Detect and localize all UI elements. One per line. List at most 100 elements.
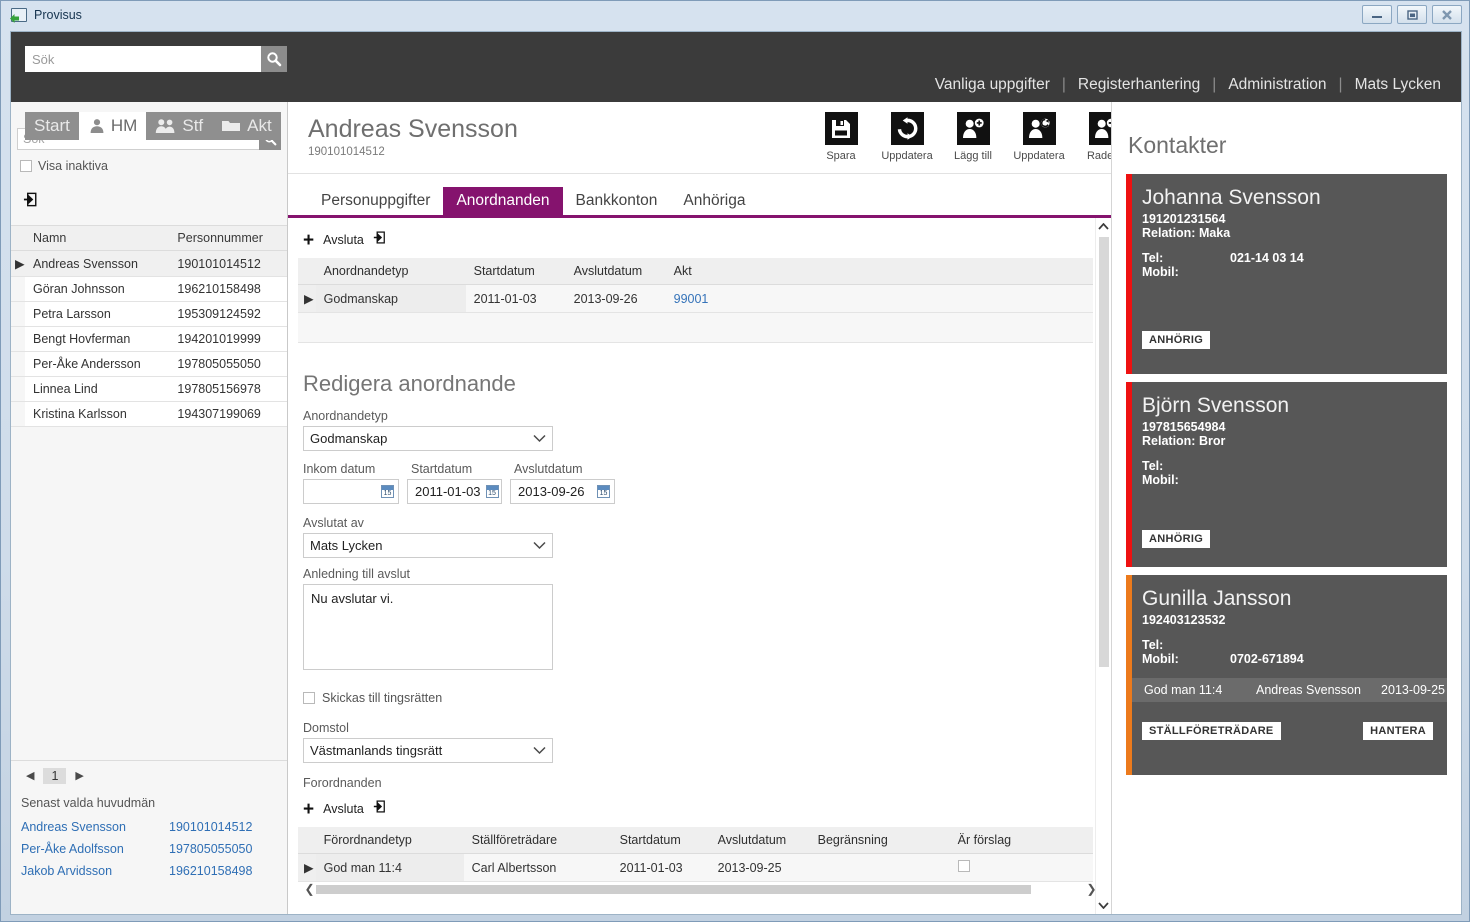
status-badge[interactable]: STÄLLFÖRETRÄDARE — [1142, 722, 1281, 741]
table-row[interactable]: Kristina Karlsson 194307199069 — [11, 401, 287, 427]
recent-personnummer[interactable]: 197805055050 — [169, 842, 252, 856]
contact-tel-row: Tel: 021-14 03 14 — [1142, 251, 1433, 265]
list-item[interactable]: Andreas Svensson 190101014512 — [21, 816, 277, 838]
export-icon[interactable] — [373, 230, 388, 250]
table-row[interactable]: Linnea Lind 197805156978 — [11, 376, 287, 402]
cell-startdatum: 2011-01-03 — [465, 284, 566, 313]
forordnanden-label: Forordnanden — [303, 776, 382, 790]
pager: ◀ 1 ▶ — [11, 760, 287, 790]
cell-startdatum: 2011-01-03 — [611, 853, 710, 882]
recent-huvudman-list: Senast valda huvudmän Andreas Svensson 1… — [11, 790, 287, 914]
inkom-datum-field[interactable] — [303, 479, 399, 504]
nav-registerhantering[interactable]: Registerhantering — [1066, 76, 1212, 94]
close-button[interactable] — [1432, 5, 1462, 24]
anledning-textarea[interactable] — [303, 584, 553, 670]
status-badge[interactable]: ANHÖRIG — [1142, 530, 1211, 549]
minimize-button[interactable] — [1362, 5, 1392, 24]
card-status-stripe — [1126, 575, 1132, 775]
col-namn: Namn — [25, 226, 170, 251]
maximize-button[interactable] — [1397, 5, 1427, 24]
list-item[interactable]: Jakob Arvidsson 196210158498 — [21, 860, 277, 882]
tab-anhoriga[interactable]: Anhöriga — [670, 187, 758, 215]
vscroll-thumb[interactable] — [1098, 237, 1109, 667]
cell-namn: Göran Johnsson — [25, 276, 170, 302]
avslutdatum-field[interactable]: 2013-09-26 — [510, 479, 615, 504]
tab-bankkonton[interactable]: Bankkonton — [563, 187, 671, 215]
hscroll-right-arrow[interactable]: ❯ — [1085, 882, 1095, 896]
nav-vanliga-uppgifter[interactable]: Vanliga uppgifter — [923, 76, 1062, 94]
table-row[interactable]: Petra Larsson 195309124592 — [11, 301, 287, 327]
contact-card[interactable]: Björn Svensson 197815654984 Relation: Br… — [1126, 382, 1447, 567]
table-row[interactable]: Göran Johnsson 196210158498 — [11, 276, 287, 302]
recent-personnummer[interactable]: 196210158498 — [169, 864, 252, 878]
col-avslutdatum: Avslutdatum — [709, 827, 810, 854]
col-ar-forslag: Är förslag — [949, 827, 1093, 854]
startdatum-field[interactable]: 2011-01-03 — [407, 479, 502, 504]
vscroll-down-arrow[interactable] — [1096, 897, 1112, 914]
tab-start[interactable]: Start — [25, 112, 79, 140]
card-badges: ANHÖRIG — [1142, 331, 1433, 350]
table-row[interactable]: Per-Åke Andersson 197805055050 — [11, 351, 287, 377]
checkbox-box[interactable] — [957, 860, 970, 872]
avsluta-button[interactable]: Avsluta — [323, 233, 364, 247]
anordnandetyp-select[interactable]: Godmanskap — [303, 426, 553, 451]
table-row[interactable]: ▶ God man 11:4 Carl Albertsson 2011-01-0… — [298, 853, 1093, 882]
calendar-icon[interactable] — [597, 485, 610, 498]
vscroll-up-arrow[interactable] — [1096, 218, 1112, 235]
recent-name[interactable]: Jakob Arvidsson — [21, 864, 169, 878]
avslutdatum-value: 2013-09-26 — [518, 484, 585, 499]
global-search-input[interactable] — [25, 46, 261, 72]
add-person-button[interactable]: Lägg till — [950, 112, 996, 162]
recent-name[interactable]: Andreas Svensson — [21, 820, 169, 834]
contact-card[interactable]: Gunilla Jansson 192403123532 Tel: Mobil:… — [1126, 575, 1447, 775]
nav-user-menu[interactable]: Mats Lycken — [1343, 76, 1441, 94]
table-row[interactable]: Bengt Hovferman 194201019999 — [11, 326, 287, 352]
tab-akt[interactable]: Akt — [212, 112, 281, 140]
cell-akt: 99001 — [665, 284, 1093, 313]
add-icon[interactable]: + — [303, 231, 314, 250]
contact-card[interactable]: Johanna Svensson 191201231564 Relation: … — [1126, 174, 1447, 374]
hscroll-thumb[interactable] — [316, 884, 1032, 894]
calendar-icon[interactable] — [381, 485, 394, 498]
pager-next[interactable]: ▶ — [70, 767, 88, 784]
hantera-button[interactable]: HANTERA — [1363, 722, 1433, 741]
tab-anordnanden[interactable]: Anordnanden — [443, 187, 563, 215]
recent-name[interactable]: Per-Åke Adolfsson — [21, 842, 169, 856]
pager-prev[interactable]: ◀ — [21, 767, 39, 784]
search-icon[interactable] — [261, 46, 287, 72]
save-button[interactable]: Spara — [818, 112, 864, 162]
tab-stf[interactable]: Stf — [146, 112, 213, 140]
list-item[interactable]: Per-Åke Adolfsson 197805055050 — [21, 838, 277, 860]
refresh-button[interactable]: Uppdatera — [881, 112, 933, 162]
tab-hm[interactable]: HM — [78, 112, 147, 140]
nav-administration[interactable]: Administration — [1216, 76, 1338, 94]
table-row[interactable]: ▶ Andreas Svensson 190101014512 — [11, 250, 287, 277]
tab-personuppgifter[interactable]: Personuppgifter — [308, 187, 443, 215]
content-vscrollbar[interactable] — [1095, 218, 1111, 914]
table-row[interactable]: ▶ Godmanskap 2011-01-03 2013-09-26 99001 — [298, 284, 1093, 313]
export-icon[interactable] — [373, 799, 388, 819]
show-inactive-checkbox[interactable]: Visa inaktiva — [20, 159, 287, 173]
status-badge[interactable]: ANHÖRIG — [1142, 331, 1211, 350]
domstol-select[interactable]: Västmanlands tingsrätt — [303, 738, 553, 763]
add-icon[interactable]: + — [303, 800, 314, 819]
vscroll-track[interactable] — [1096, 235, 1112, 897]
calendar-icon[interactable] — [485, 485, 499, 498]
skickas-checkbox[interactable]: Skickas till tingsrätten — [303, 691, 1095, 705]
mobil-label: Mobil: — [1142, 652, 1179, 667]
pager-page-1[interactable]: 1 — [43, 767, 67, 784]
recent-personnummer[interactable]: 190101014512 — [169, 820, 252, 834]
hscroll-left-arrow[interactable]: ❮ — [303, 882, 316, 896]
avslutat-av-select[interactable]: Mats Lycken — [303, 533, 553, 558]
anordnanden-actions: + Avsluta — [298, 218, 1095, 258]
edit-person-button[interactable]: Uppdatera — [1013, 112, 1065, 162]
export-icon[interactable] — [23, 191, 287, 213]
record-header: Andreas Svensson 190101014512 Spara Uppd… — [288, 102, 1123, 174]
forordnanden-hscrollbar[interactable]: ❮ ❯ — [303, 882, 1095, 896]
hscroll-track[interactable] — [316, 884, 1085, 894]
akt-link[interactable]: 99001 — [674, 292, 709, 306]
assignment-row[interactable]: God man 11:4 Andreas Svensson 2013-09-25 — [1126, 678, 1447, 703]
avslutdatum-label: Avslutdatum — [514, 462, 583, 476]
anordnanden-grid: Anordnandetyp Startdatum Avslutdatum Akt… — [298, 258, 1093, 343]
avsluta-button[interactable]: Avsluta — [323, 802, 364, 816]
